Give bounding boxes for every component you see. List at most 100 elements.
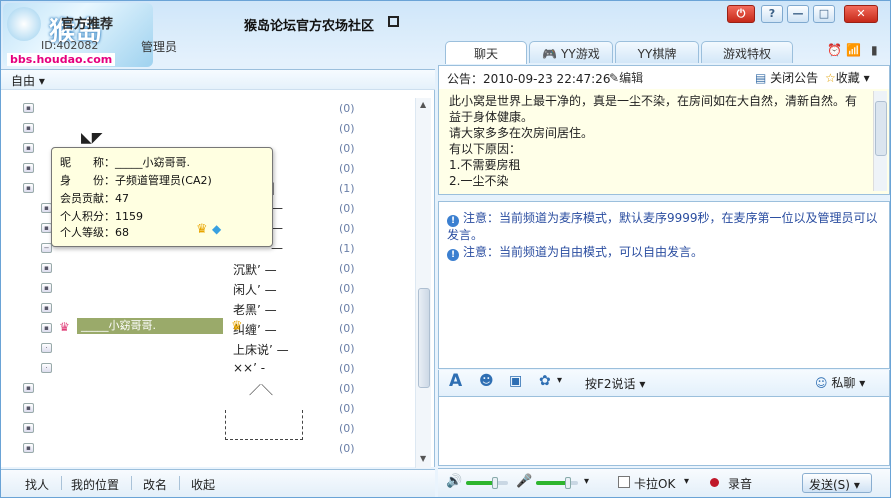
notice-label: 公告：2010-09-23 22:47:26	[447, 72, 611, 86]
channel-name: 上床说’ —	[233, 343, 289, 357]
tab-chat[interactable]: 聊天	[445, 41, 527, 64]
notice-line: 请大家多多在次房间居住。	[449, 126, 594, 140]
channel-row[interactable]: ▪ (0)	[1, 418, 415, 438]
selected-user-row[interactable]: _____小窈哥哥.	[77, 318, 223, 334]
channel-row[interactable]: ▪ 老黑’ — (0)	[1, 298, 415, 318]
tab-yy-games[interactable]: 🎮 YY游戏	[529, 41, 613, 63]
close-notice-button[interactable]: ▤ 关闭公告	[755, 69, 818, 86]
channel-row[interactable]: ▪ 沉默’ — (0)	[1, 258, 415, 278]
microphone-icon[interactable]: 🎤	[516, 474, 532, 489]
private-chat-button[interactable]: ☺ 私聊 ▾	[815, 374, 865, 391]
left-bottom-bar: 找人 我的位置 改名 收起	[1, 469, 435, 497]
channel-row[interactable]: · 上床说’ — (0)	[1, 338, 415, 358]
lock-icon[interactable]: ·	[41, 363, 52, 373]
mode-selector[interactable]: 自由 ▾	[1, 70, 435, 90]
font-icon[interactable]: A	[449, 371, 462, 391]
message-text: 注意：当前频道为麦序模式，默认麦序9999秒，在麦序第一位以及管理员可以发言。	[447, 211, 878, 242]
chevron-down-icon[interactable]: ▾	[684, 476, 689, 487]
lock-icon[interactable]: ▪	[23, 163, 34, 173]
scroll-up-icon[interactable]: ▲	[420, 100, 426, 109]
record-label[interactable]: 录音	[728, 475, 752, 492]
alarm-icon[interactable]: ⏰	[827, 43, 842, 57]
message-text: 注意：当前频道为自由模式，可以自由发言。	[463, 245, 704, 259]
lock-icon[interactable]: ▪	[23, 183, 34, 193]
channel-row[interactable]: ▪ (0)	[1, 98, 415, 118]
channel-row[interactable]: ▪ 闲人’ — (0)	[1, 278, 415, 298]
edit-notice-button[interactable]: ✎编辑	[609, 69, 643, 86]
lock-icon[interactable]: ▪	[41, 303, 52, 313]
tab-game-privilege[interactable]: 游戏特权	[701, 41, 793, 63]
tab-yy-chess[interactable]: YY棋牌	[615, 41, 699, 63]
chevron-down-icon: ▾	[859, 376, 866, 390]
lock-icon[interactable]: ▪	[23, 143, 34, 153]
record-icon[interactable]	[710, 478, 719, 487]
lock-icon[interactable]: ▪	[23, 443, 34, 453]
lock-icon[interactable]: ▪	[41, 323, 52, 333]
minimize-button[interactable]: —	[787, 5, 809, 23]
tooltip-identity: 身 份：子频道管理员(CA2)	[60, 174, 212, 187]
lock-icon[interactable]: ▪	[23, 123, 34, 133]
channel-scrollbar[interactable]: ▲ ▼	[415, 98, 431, 468]
tooltip-level: 个人等级：68	[60, 226, 129, 239]
notice-scrollbar[interactable]	[873, 91, 887, 191]
channel-row[interactable]: ▪ (0)	[1, 118, 415, 138]
channel-row[interactable]: ▪ (0)	[1, 398, 415, 418]
pencil-icon: ✎	[609, 71, 620, 85]
message-input[interactable]	[438, 396, 890, 466]
speaker-volume-fill	[466, 481, 496, 485]
chevron-down-icon: ▾	[38, 74, 45, 88]
channel-count: (1)	[339, 182, 355, 195]
collect-button[interactable]: ☆收藏 ▾	[825, 69, 870, 86]
screenshot-icon[interactable]: ▣	[509, 373, 522, 389]
lock-icon[interactable]: ▪	[23, 423, 34, 433]
mic-volume-knob[interactable]	[564, 477, 571, 489]
user-info-tooltip: 昵 称：_____小窈哥哥. 身 份：子频道管理员(CA2) 会员贡献：47 个…	[51, 147, 273, 247]
power-button[interactable]: ⏻	[727, 5, 755, 23]
ascii-art-box	[225, 410, 303, 440]
collapse-button[interactable]: 收起	[191, 476, 215, 493]
speaker-icon[interactable]: 🔊	[446, 474, 462, 489]
my-location-button[interactable]: 我的位置	[71, 476, 119, 493]
channel-row[interactable]: ▪ ／＼ (0)	[1, 378, 415, 398]
chevron-down-icon: ▾	[639, 377, 646, 391]
logo-url: bbs.houdao.com	[7, 53, 116, 66]
mic-volume-slider[interactable]	[536, 477, 578, 489]
close-button[interactable]: ✕	[844, 5, 878, 23]
scroll-thumb[interactable]	[418, 288, 430, 388]
channel-row[interactable]: ▪ (0)	[1, 438, 415, 458]
decorative-arrows: ◣◤	[81, 130, 103, 146]
lock-icon[interactable]: ·	[41, 343, 52, 353]
lock-icon[interactable]: ▪	[23, 403, 34, 413]
separator	[131, 476, 132, 490]
channel-row[interactable]: · ××’ - (0)	[1, 358, 415, 378]
chevron-down-icon[interactable]: ▾	[584, 476, 589, 487]
emoji-icon[interactable]: ☻	[479, 373, 494, 389]
tooltip-contribution: 会员贡献：47	[60, 192, 129, 205]
speaker-volume-knob[interactable]	[492, 477, 499, 489]
lock-icon[interactable]: ▪	[41, 283, 52, 293]
send-button[interactable]: 发送(S) ▾	[802, 473, 872, 493]
lock-icon[interactable]: ▪	[41, 263, 52, 273]
lock-icon[interactable]: ▪	[23, 103, 34, 113]
channel-count: (1)	[339, 242, 355, 255]
gift-icon[interactable]: ✿	[539, 373, 551, 389]
official-recommend-tag: 官方推荐	[61, 17, 114, 32]
lock-icon[interactable]: ▪	[23, 383, 34, 393]
notice-line: 1.不需要房租	[449, 158, 521, 172]
help-button[interactable]: ?	[761, 5, 783, 23]
rename-button[interactable]: 改名	[143, 476, 167, 493]
window-title: 猴岛论坛官方农场社区	[244, 19, 375, 34]
channel-count: (0)	[339, 122, 355, 135]
channel-count: (0)	[339, 382, 355, 395]
mode-label: 自由	[11, 74, 36, 88]
scroll-down-icon[interactable]: ▼	[420, 454, 426, 463]
chevron-down-icon[interactable]: ▾	[557, 375, 562, 386]
channel-count: (0)	[339, 102, 355, 115]
maximize-button[interactable]: □	[813, 5, 835, 23]
speaker-volume-slider[interactable]	[466, 477, 508, 489]
scroll-thumb[interactable]	[875, 101, 887, 156]
separator	[61, 476, 62, 490]
karaoke-checkbox[interactable]	[618, 476, 630, 488]
push-to-talk-selector[interactable]: 按F2说话 ▾	[585, 375, 645, 392]
find-user-button[interactable]: 找人	[25, 476, 49, 493]
